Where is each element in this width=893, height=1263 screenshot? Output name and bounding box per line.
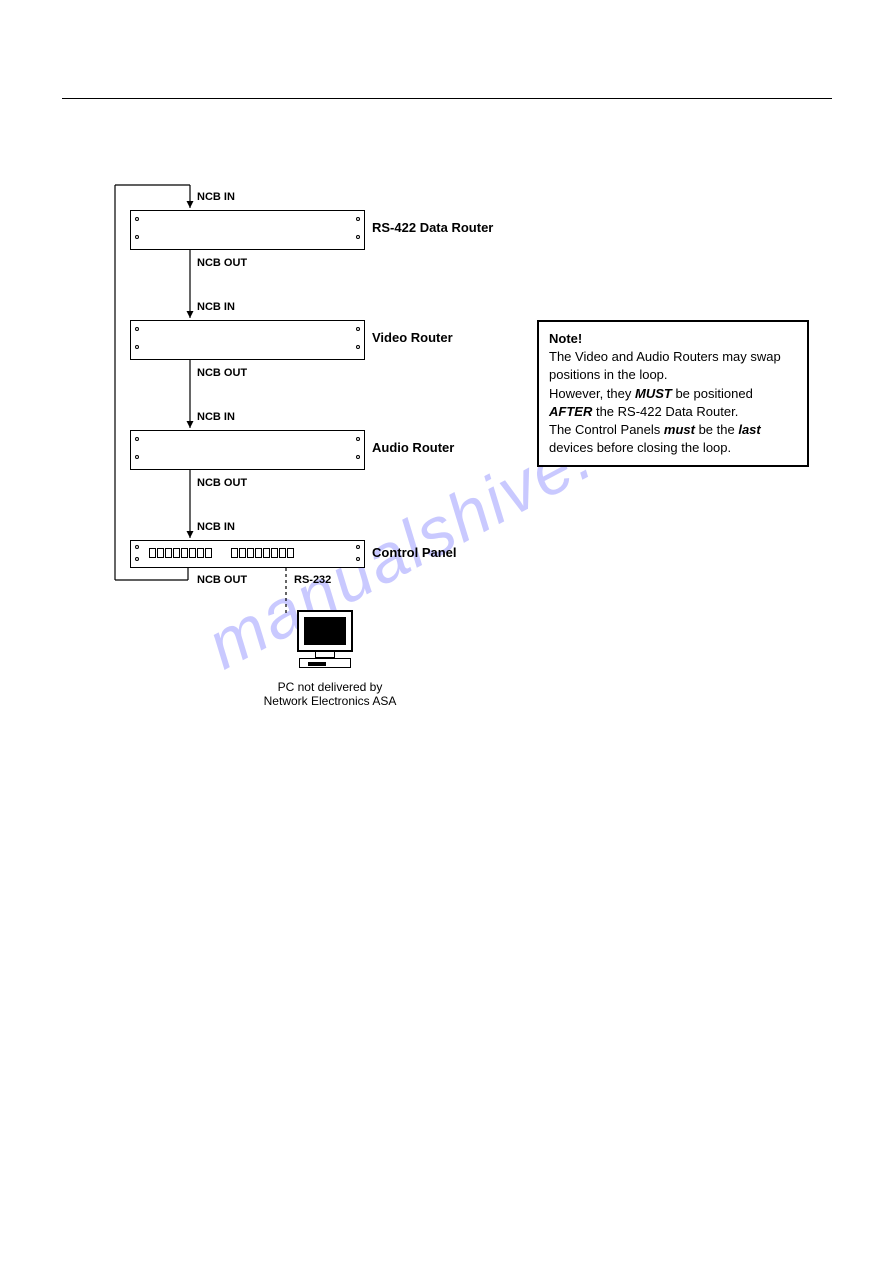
note-line2: However, they MUST be positioned: [549, 385, 797, 403]
note-line4b: must: [664, 422, 695, 437]
note-line3b: the RS-422 Data Router.: [592, 404, 738, 419]
note-line3: AFTER the RS-422 Data Router.: [549, 403, 797, 421]
top-divider: [62, 98, 832, 99]
note-box: Note! The Video and Audio Routers may sw…: [537, 320, 809, 467]
note-line3a: AFTER: [549, 404, 592, 419]
note-line2b: MUST: [635, 386, 672, 401]
note-line4: The Control Panels must be the last: [549, 421, 797, 439]
diagram-connections: [110, 180, 510, 730]
note-line2a: However, they: [549, 386, 635, 401]
note-line5: devices before closing the loop.: [549, 439, 797, 457]
note-line4d: last: [738, 422, 760, 437]
note-line4c: be the: [695, 422, 738, 437]
note-line1: The Video and Audio Routers may swap pos…: [549, 348, 797, 384]
note-title: Note!: [549, 330, 797, 348]
note-line4a: The Control Panels: [549, 422, 664, 437]
note-line2c: be positioned: [672, 386, 753, 401]
